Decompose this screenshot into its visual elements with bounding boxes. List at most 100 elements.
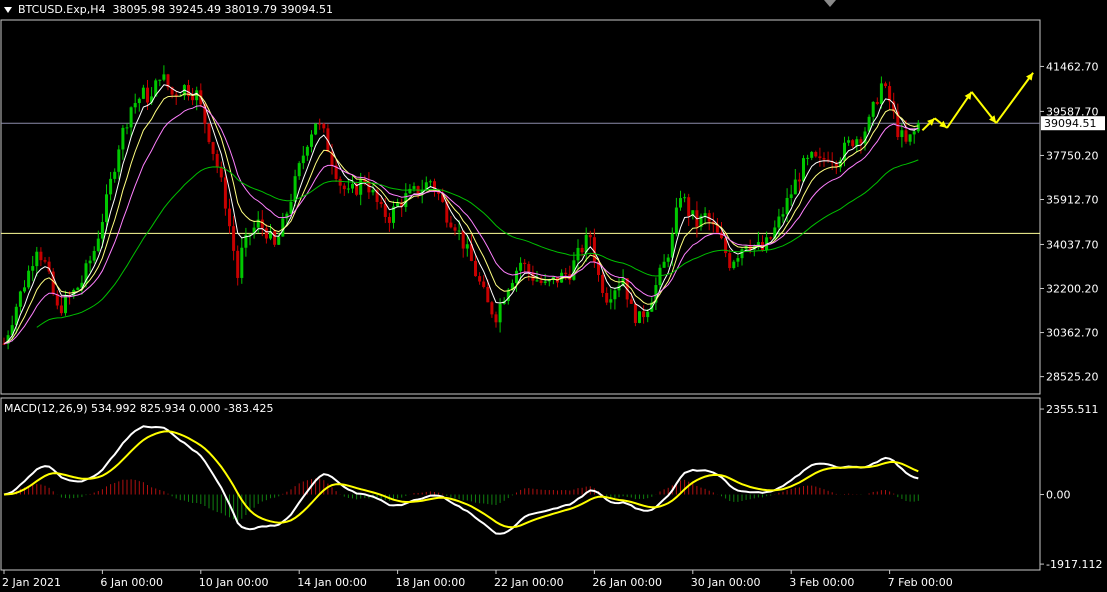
candle-body (371, 190, 375, 193)
candle-body (777, 216, 781, 228)
candle-body (408, 188, 412, 194)
candle-body (223, 177, 227, 209)
candle-body (605, 292, 609, 303)
candle-body (900, 130, 904, 138)
candle-body (806, 157, 810, 159)
candle-body (117, 149, 121, 172)
candle-body (658, 267, 662, 286)
candle-body (535, 280, 539, 282)
time-axis-label: 3 Feb 00:00 (789, 576, 854, 589)
candle-body (273, 231, 277, 245)
chart-shift-marker-icon[interactable] (824, 0, 836, 7)
forecast-arrow-segment (995, 72, 1034, 124)
candle-body (847, 140, 851, 143)
candle-body (367, 181, 371, 193)
candle-body (322, 123, 326, 129)
candle-body (318, 123, 322, 125)
current-price-label: 39094.51 (1044, 117, 1097, 130)
candle-body (490, 302, 494, 315)
candle-body (43, 260, 47, 262)
candle-body (314, 123, 318, 135)
ma-mid-line (3, 93, 919, 345)
candle-body (904, 130, 908, 142)
macd-axis-label: -1917.112 (1046, 558, 1102, 571)
time-axis-label: 7 Feb 00:00 (888, 576, 953, 589)
candle-body (449, 222, 453, 228)
dropdown-triangle-icon[interactable] (4, 7, 12, 13)
price-axis-label: 41462.70 (1046, 60, 1099, 73)
price-axis-label: 34037.70 (1046, 238, 1099, 251)
time-axis-label: 30 Jan 00:00 (691, 576, 761, 589)
candle-body (215, 153, 219, 168)
candle-body (728, 253, 732, 269)
price-axis-label: 32200.20 (1046, 283, 1099, 296)
candle-body (576, 247, 580, 261)
candle-body (228, 208, 231, 227)
candle-body (908, 134, 912, 142)
candle-body (679, 198, 682, 208)
candle-body (23, 287, 26, 292)
candle-body (580, 247, 584, 253)
time-axis-label: 22 Jan 00:00 (494, 576, 564, 589)
candle-body (379, 201, 383, 205)
candle-body (305, 146, 309, 156)
candle-body (633, 303, 637, 323)
candle-body (818, 156, 822, 159)
candle-body (802, 158, 805, 182)
candle-body (100, 222, 104, 239)
candle-body (523, 262, 527, 265)
candle-body (855, 139, 859, 147)
ohlc-values: 38095.98 39245.49 38019.79 39094.51 (112, 3, 333, 16)
candle-body (822, 158, 826, 160)
candle-body (27, 270, 31, 288)
time-axis-label: 26 Jan 00:00 (592, 576, 662, 589)
candle-body (498, 303, 502, 323)
candle-body (601, 275, 605, 293)
time-axis-label: 18 Jan 00:00 (396, 576, 466, 589)
candle-body (478, 276, 482, 282)
candle-body (871, 101, 875, 117)
candle-body (412, 186, 416, 189)
candle-body (884, 83, 887, 87)
candle-body (785, 197, 789, 215)
candle-body (31, 266, 35, 271)
candle-body (338, 178, 342, 186)
candle-body (346, 188, 350, 190)
candle-body (92, 250, 96, 261)
candle-body (564, 272, 568, 275)
candle-body (609, 299, 613, 303)
candle-body (732, 261, 736, 269)
macd-signal-line (3, 430, 919, 529)
candle-body (137, 98, 141, 104)
candle-body (158, 79, 162, 81)
candle-body (457, 230, 461, 232)
candle-body (133, 103, 137, 108)
candle-body (428, 181, 432, 183)
candle-body (474, 260, 477, 277)
symbol-name: BTCUSD.Exp,H4 (18, 3, 106, 16)
candle-body (109, 178, 113, 195)
candle-body (207, 123, 211, 143)
candle-body (851, 140, 855, 147)
ma-long-line (36, 159, 919, 328)
symbol-header: BTCUSD.Exp,H4 38095.98 39245.49 38019.79… (4, 3, 333, 16)
macd-panel-frame (0, 397, 1041, 571)
chart-canvas: 41462.7039587.7037750.2035912.7034037.70… (0, 19, 1105, 589)
candle-body (219, 167, 223, 178)
candle-body (527, 264, 531, 273)
macd-axis-label: 2355.511 (1046, 403, 1099, 416)
candle-body (105, 194, 108, 223)
candle-body (588, 234, 592, 238)
price-axis-label: 37750.20 (1046, 149, 1099, 162)
candle-body (703, 213, 707, 216)
candle-body (769, 237, 773, 239)
candle-body (781, 214, 785, 217)
candle-body (141, 87, 145, 99)
candle-body (76, 287, 80, 290)
candle-body (129, 107, 133, 128)
candle-body (638, 311, 641, 323)
candle-body (515, 270, 518, 284)
candle-body (121, 127, 125, 150)
candle-body (88, 260, 92, 264)
candle-body (113, 171, 117, 179)
